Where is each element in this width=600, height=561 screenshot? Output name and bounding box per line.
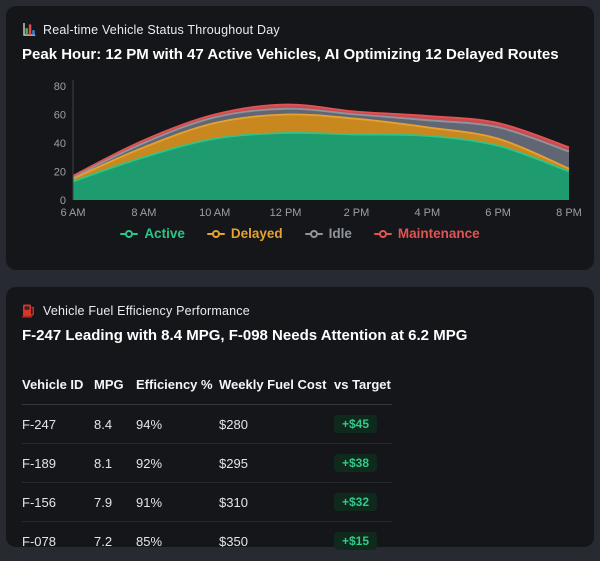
- table-header-row: Vehicle ID MPG Efficiency % Weekly Fuel …: [22, 369, 392, 405]
- vehicle-status-panel: Real-time Vehicle Status Throughout Day …: [6, 6, 594, 270]
- table-row: F-247 8.4 94% $280 +$45: [22, 404, 392, 444]
- svg-text:2 PM: 2 PM: [344, 207, 370, 219]
- svg-text:10 AM: 10 AM: [199, 207, 230, 219]
- panel-title: Real-time Vehicle Status Throughout Day: [43, 22, 280, 37]
- fuel-efficiency-panel: Vehicle Fuel Efficiency Performance F-24…: [6, 287, 594, 561]
- cell-mpg: 8.1: [94, 443, 136, 483]
- vehicle-status-header: Real-time Vehicle Status Throughout Day: [22, 22, 578, 37]
- svg-text:60: 60: [54, 110, 66, 122]
- cell-vs-target: +$15: [334, 521, 392, 561]
- cell-vs-target: +$45: [334, 404, 392, 444]
- stacked-area-chart: 0 20 40 60 80 6 AM 8 AM 10 AM 12 PM 2 PM 4 PM 6 PM 8…: [54, 80, 582, 219]
- cell-vs-target: +$32: [334, 482, 392, 522]
- cell-weekly-cost: $350: [219, 521, 334, 561]
- cell-efficiency: 94%: [136, 404, 219, 444]
- vs-target-badge: +$38: [334, 454, 378, 472]
- cell-vs-target: +$38: [334, 443, 392, 483]
- legend-item-active[interactable]: Active: [120, 226, 185, 241]
- legend-item-delayed[interactable]: Delayed: [206, 226, 283, 241]
- column-header-weekly-fuel-cost: Weekly Fuel Cost: [219, 369, 334, 405]
- table-row: F-078 7.2 85% $350 +$15: [22, 521, 392, 561]
- chart-legend: Active Delayed Idle Maintenance: [22, 226, 578, 241]
- legend-label: Delayed: [230, 226, 283, 241]
- svg-text:6 AM: 6 AM: [60, 207, 85, 219]
- column-header-mpg: MPG: [94, 369, 136, 405]
- legend-marker-icon: [373, 229, 392, 238]
- svg-text:8 AM: 8 AM: [131, 207, 156, 219]
- bar-chart-icon: [22, 22, 36, 37]
- cell-vehicle-id: F-247: [22, 404, 94, 444]
- legend-label: Maintenance: [397, 226, 480, 241]
- legend-label: Idle: [328, 226, 352, 241]
- svg-text:12 PM: 12 PM: [270, 207, 302, 219]
- svg-text:20: 20: [54, 167, 66, 179]
- cell-vehicle-id: F-156: [22, 482, 94, 522]
- chart-area: 0 20 40 60 80 6 AM 8 AM 10 AM 12 PM 2 PM 4 PM 6 PM 8…: [6, 73, 594, 219]
- legend-item-idle[interactable]: Idle: [304, 226, 352, 241]
- svg-text:80: 80: [54, 81, 66, 93]
- legend-item-maintenance[interactable]: Maintenance: [373, 226, 480, 241]
- vs-target-badge: +$15: [334, 532, 378, 550]
- cell-vehicle-id: F-078: [22, 521, 94, 561]
- status-insight: Peak Hour: 12 PM with 47 Active Vehicles…: [22, 46, 559, 63]
- table-row: F-189 8.1 92% $295 +$38: [22, 443, 392, 483]
- cell-weekly-cost: $280: [219, 404, 334, 444]
- cell-weekly-cost: $295: [219, 443, 334, 483]
- vs-target-badge: +$45: [334, 415, 378, 433]
- legend-marker-icon: [120, 229, 139, 238]
- table-row: F-156 7.9 91% $310 +$32: [22, 482, 392, 522]
- fuel-table: Vehicle ID MPG Efficiency % Weekly Fuel …: [22, 369, 392, 561]
- svg-text:0: 0: [60, 195, 66, 207]
- fuel-header: Vehicle Fuel Efficiency Performance: [22, 303, 578, 318]
- legend-label: Active: [144, 226, 185, 241]
- cell-weekly-cost: $310: [219, 482, 334, 522]
- cell-efficiency: 91%: [136, 482, 219, 522]
- legend-marker-icon: [206, 229, 225, 238]
- cell-mpg: 7.9: [94, 482, 136, 522]
- fuel-insight: F-247 Leading with 8.4 MPG, F-098 Needs …: [22, 327, 468, 344]
- svg-text:8 PM: 8 PM: [556, 207, 582, 219]
- cell-vehicle-id: F-189: [22, 443, 94, 483]
- vs-target-badge: +$32: [334, 493, 378, 511]
- column-header-efficiency: Efficiency %: [136, 369, 219, 405]
- cell-efficiency: 92%: [136, 443, 219, 483]
- panel-title: Vehicle Fuel Efficiency Performance: [43, 303, 250, 318]
- cell-mpg: 7.2: [94, 521, 136, 561]
- svg-text:6 PM: 6 PM: [485, 207, 511, 219]
- column-header-vs-target: vs Target: [334, 369, 392, 405]
- cell-mpg: 8.4: [94, 404, 136, 444]
- cell-efficiency: 85%: [136, 521, 219, 561]
- fuel-pump-icon: [22, 303, 36, 318]
- svg-text:4 PM: 4 PM: [414, 207, 440, 219]
- svg-text:40: 40: [54, 138, 66, 150]
- dashboard: Real-time Vehicle Status Throughout Day …: [0, 0, 600, 561]
- column-header-vehicle-id: Vehicle ID: [22, 369, 94, 405]
- legend-marker-icon: [304, 229, 323, 238]
